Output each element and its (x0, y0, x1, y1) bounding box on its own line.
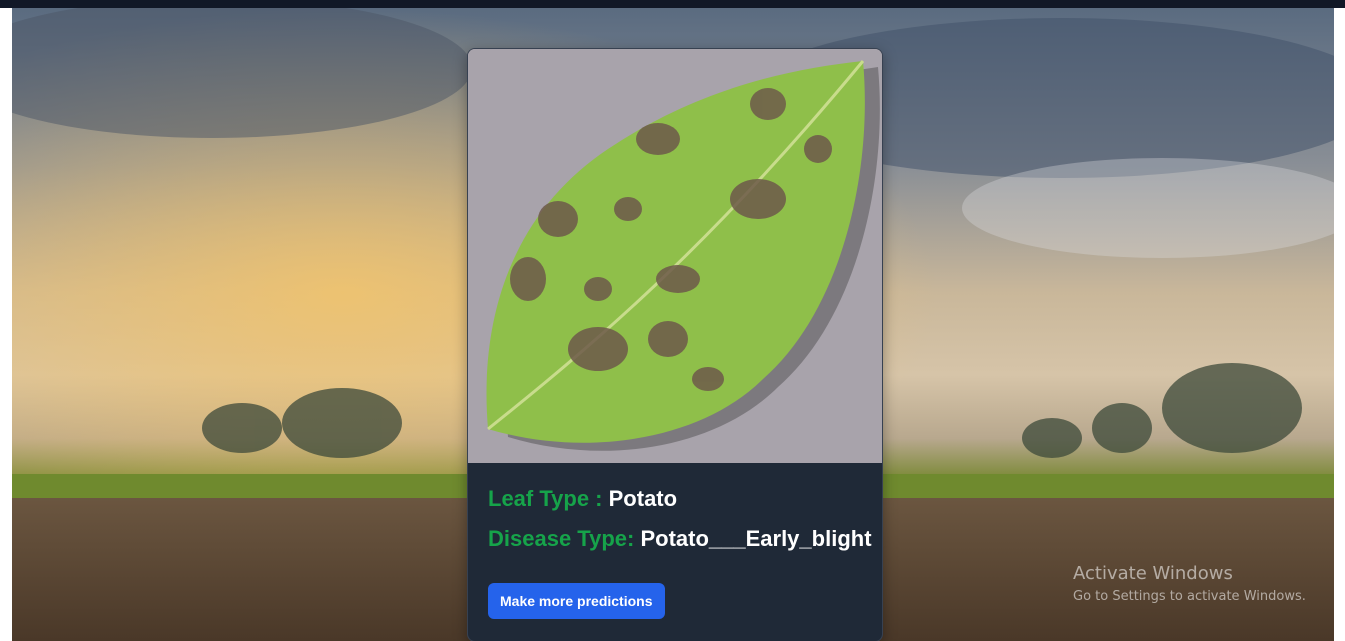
top-bar (0, 0, 1345, 8)
leaf-type-label: Leaf Type : (488, 486, 609, 511)
make-more-predictions-button[interactable]: Make more predictions (488, 583, 665, 619)
disease-type-row: Disease Type: Potato___Early_blight (488, 525, 872, 553)
prediction-info: Leaf Type : Potato Disease Type: Potato_… (488, 485, 872, 565)
watermark-title: Activate Windows (1073, 563, 1233, 584)
uploaded-leaf-image (468, 49, 882, 463)
leaf-type-value: Potato (608, 486, 678, 511)
prediction-result-card: Leaf Type : Potato Disease Type: Potato_… (467, 48, 883, 641)
leaf-type-row: Leaf Type : Potato (488, 485, 866, 513)
disease-type-label: Disease Type: (488, 526, 641, 551)
windows-activation-watermark: Activate Windows Go to Settings to activ… (1073, 563, 1306, 607)
page: Leaf Type : Potato Disease Type: Potato_… (0, 0, 1345, 641)
disease-type-value: Potato___Early_blight (640, 526, 872, 551)
leaf-illustration (468, 49, 882, 463)
watermark-subtitle: Go to Settings to activate Windows. (1073, 589, 1306, 604)
